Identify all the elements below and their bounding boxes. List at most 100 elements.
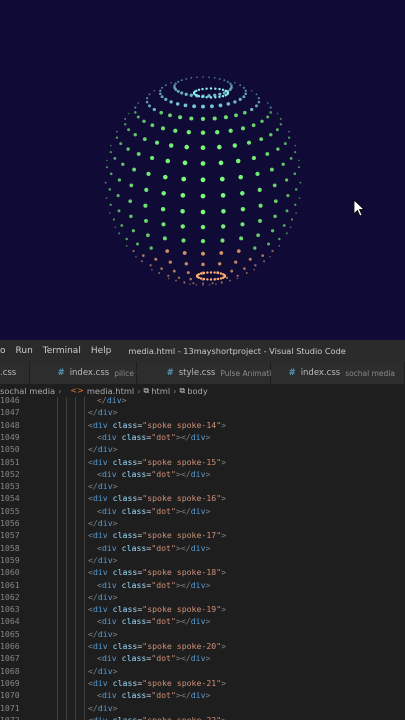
html-file-icon: <> [70,386,84,395]
tab-index-css-sochal[interactable]: # index.css sochal media [270,362,405,384]
sphere-dot [132,249,135,253]
sphere-dot [273,214,277,219]
sphere-dot [149,155,155,161]
sphere-dot [276,112,279,115]
sphere-dot [165,158,171,164]
sphere-pole-dot [206,278,209,281]
line-number: 1047 [0,407,20,418]
sphere-dot [218,160,224,166]
sphere-dot [233,100,237,104]
sphere-pole-dot [214,96,217,99]
editor-tab-bar: .css # index.css pilice vs taxi # style.… [0,362,405,385]
menu-bar: o Run Terminal Help media.html - 13maysh… [0,340,405,362]
breadcrumb-file[interactable]: media.html [87,386,134,396]
breadcrumb-html[interactable]: html [151,386,170,396]
sphere-dot [257,187,262,192]
sphere-dot [287,136,291,139]
sphere-dot [176,89,180,93]
tab-style-css[interactable]: # style.css Pulse Animation [136,362,281,384]
sphere-dot [174,88,178,91]
sphere-dot [250,107,254,112]
menu-item-help[interactable]: Help [86,346,117,356]
sphere-dot [220,281,223,284]
sphere-dot [215,283,217,285]
menu-item-terminal[interactable]: Terminal [38,346,86,356]
sphere-dot [127,112,130,115]
code-line: 1060 <div class="spoke spoke-18"> [0,566,405,578]
menu-item-run[interactable]: Run [11,346,38,356]
sphere-dot [253,268,255,271]
sphere-dot [240,191,245,196]
sphere-pole-dot [197,273,201,276]
sphere-dot [131,229,136,233]
sphere-dot [230,269,234,273]
sphere-dot [297,166,301,169]
sphere-pole-dot [199,277,203,280]
sphere-dot [299,181,302,184]
sphere-dot [253,246,257,250]
sphere-dot [294,144,297,147]
sphere-dot [153,90,156,92]
breadcrumb: sochal media › <> media.html › ⧉ html › … [0,384,405,397]
sphere-dot [172,269,176,273]
sphere-dot [255,171,260,177]
sphere-pole-dot [209,271,213,274]
line-number: 1049 [0,431,20,442]
sphere-dot [159,89,162,92]
code-text: <div class="dot"></div> [97,542,211,553]
tab-index-css-pilice[interactable]: # index.css pilice vs taxi [29,362,161,384]
sphere-dot [115,136,119,139]
sphere-dot [121,162,125,166]
sphere-pole-dot [209,87,213,90]
sphere-pole-dot [202,271,206,275]
sphere-dot [114,226,117,229]
sphere-dot [185,77,188,80]
sphere-dot [162,236,167,241]
code-text: <div class="spoke spoke-20"> [88,641,227,651]
code-text: <div class="dot"></div> [97,505,211,516]
sphere-dot [182,160,188,166]
sphere-pole-dot [195,89,198,93]
sphere-dot [223,115,228,120]
sphere-dot [168,143,174,148]
code-editor[interactable]: 1046 </div> 1047 </div> 1048 <div class="spok… [0,397,405,720]
sphere-dot [243,267,246,270]
line-number: 1070 [0,690,20,701]
sphere-dot [272,183,277,188]
line-number: 1055 [0,505,20,516]
css-file-icon: # [166,368,174,378]
sphere-dot [183,281,186,284]
code-line: 1046 </div> [0,397,405,406]
sphere-dot [213,77,216,79]
sphere-dot [276,147,280,151]
sphere-dot [275,128,279,132]
menu-item-go[interactable]: o [0,346,11,356]
sphere-dot [112,218,115,221]
code-line: 1054 <div class="spoke spoke-16"> [0,492,405,504]
breadcrumb-body[interactable]: body [187,386,208,396]
sphere-dot [200,130,206,135]
sphere-dot [104,181,107,184]
line-number: 1067 [0,653,20,664]
element-symbol-icon: ⧉ [179,385,186,395]
sphere-dot [132,167,137,172]
code-text: </div> [88,702,118,713]
code-text: </div> [88,518,118,528]
code-text: <div class="spoke spoke-16"> [88,493,227,504]
sphere-dot [289,156,293,160]
sphere-dot [161,222,166,227]
sphere-dot [184,262,189,266]
line-number: 1066 [0,641,20,651]
sphere-dot [226,80,229,83]
sphere-dot [174,82,177,85]
sphere-dot [242,95,246,99]
breadcrumb-folder[interactable]: sochal media [0,386,55,396]
line-number: 1059 [0,554,20,565]
tab-css-0[interactable]: .css [0,362,30,384]
sphere-dot [143,203,148,208]
sphere-pole-dot [219,277,223,280]
code-line: 1064 <div class="dot"></div> [0,615,405,627]
sphere-dot [151,268,153,271]
line-number: 1071 [0,702,20,713]
code-text: </div> [88,665,118,676]
